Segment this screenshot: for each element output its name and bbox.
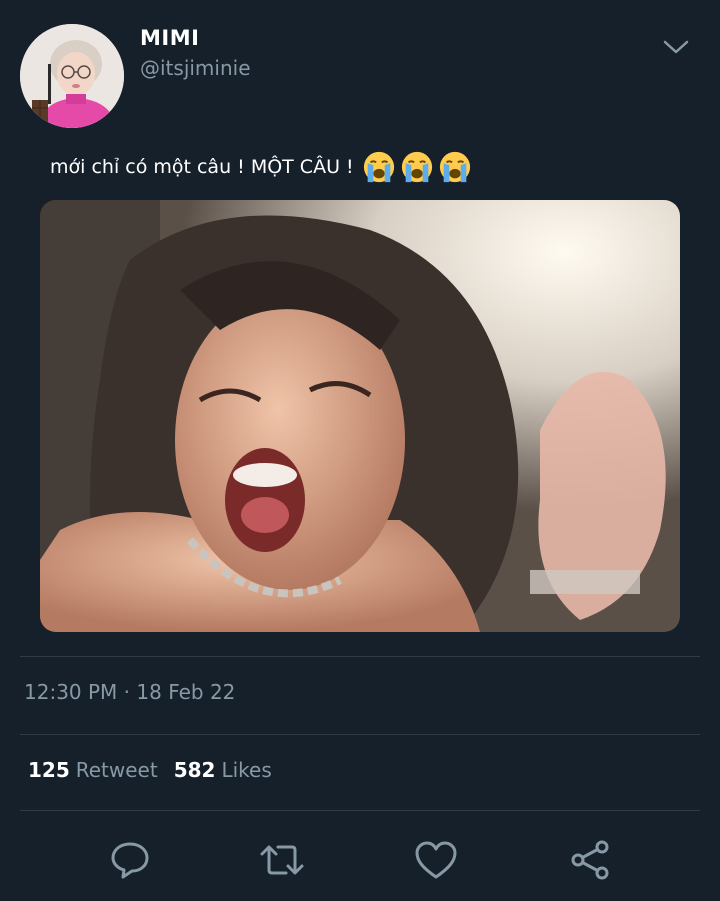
tweet-detail: MIMI @itsjiminie mới chỉ có một câu ! MỘ… bbox=[0, 0, 720, 901]
loudly-crying-face-icon bbox=[439, 151, 470, 183]
divider bbox=[20, 810, 700, 811]
retweet-label: Retweet bbox=[75, 758, 158, 782]
reply-button[interactable] bbox=[106, 836, 154, 884]
reply-icon bbox=[111, 842, 149, 879]
user-handle[interactable]: @itsjiminie bbox=[140, 56, 251, 80]
like-button[interactable] bbox=[412, 836, 460, 884]
tweet-text-row: mới chỉ có một câu ! MỘT CÂU ! bbox=[50, 150, 472, 184]
tweet-timestamp[interactable]: 12:30 PM · 18 Feb 22 bbox=[24, 680, 235, 704]
retweet-icon bbox=[260, 845, 304, 875]
likes-count: 582 bbox=[173, 758, 216, 782]
chevron-down-icon[interactable] bbox=[660, 34, 692, 60]
likes-label: Likes bbox=[221, 758, 272, 782]
engagement-stats: 125 Retweet 582 Likes bbox=[28, 758, 272, 782]
retweet-stat[interactable]: 125 Retweet bbox=[28, 758, 158, 782]
share-button[interactable] bbox=[566, 836, 614, 884]
display-name[interactable]: MIMI bbox=[140, 26, 199, 50]
divider bbox=[20, 656, 700, 657]
avatar[interactable] bbox=[20, 24, 124, 128]
retweet-button[interactable] bbox=[258, 836, 306, 884]
loudly-crying-face-icon bbox=[363, 151, 394, 183]
share-icon bbox=[571, 840, 609, 880]
emoji-group bbox=[362, 150, 472, 184]
loudly-crying-face-icon bbox=[401, 151, 432, 183]
heart-icon bbox=[415, 841, 457, 879]
tweet-text: mới chỉ có một câu ! MỘT CÂU ! bbox=[50, 156, 354, 178]
likes-stat[interactable]: 582 Likes bbox=[174, 758, 272, 782]
tweet-media-image[interactable] bbox=[40, 200, 680, 632]
retweet-count: 125 bbox=[28, 758, 70, 782]
divider bbox=[20, 734, 700, 735]
